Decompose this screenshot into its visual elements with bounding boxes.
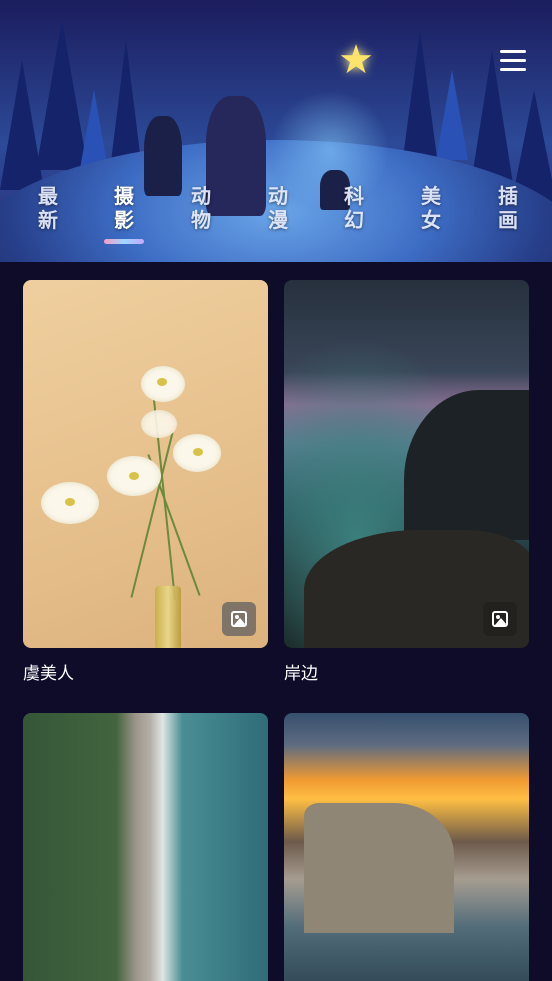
wallpaper-card[interactable] (284, 713, 529, 981)
wallpaper-card[interactable] (23, 713, 268, 981)
wallpaper-title: 虞美人 (23, 664, 74, 684)
wallpaper-thumbnail[interactable] (23, 280, 268, 648)
image-icon (231, 611, 247, 627)
star-icon: ★ (338, 37, 374, 83)
rock-shore (404, 390, 529, 540)
category-tabs: 最新 摄影 动物 动漫 科幻 美女 插画 (0, 184, 552, 248)
image-badge (222, 602, 256, 636)
image-badge (483, 602, 517, 636)
tab-label: 摄影 (114, 184, 134, 232)
flower-petal (141, 410, 177, 438)
pine-tree (110, 40, 142, 170)
tab-scifi[interactable]: 科幻 (339, 184, 369, 232)
tab-photography[interactable]: 摄影 (109, 184, 139, 232)
glass-vase (155, 586, 181, 648)
hamburger-menu-icon[interactable] (500, 48, 526, 74)
flower-center (65, 498, 75, 506)
image-icon (492, 611, 508, 627)
wallpaper-thumbnail[interactable] (284, 713, 529, 981)
tab-animals[interactable]: 动物 (186, 184, 216, 232)
tab-label: 动漫 (268, 184, 288, 232)
cliff (304, 803, 454, 933)
tab-label: 美女 (421, 184, 441, 232)
tab-label: 插画 (498, 184, 518, 232)
flower-center (193, 448, 203, 456)
header-banner: ★ 最新 摄影 动物 动漫 科幻 美女 插画 (0, 0, 552, 262)
tab-anime[interactable]: 动漫 (263, 184, 293, 232)
wallpaper-card[interactable]: 岸边 (284, 280, 529, 690)
wallpaper-thumbnail[interactable] (23, 713, 268, 981)
flower-center (129, 472, 139, 480)
tab-label: 动物 (191, 184, 211, 232)
tab-label: 最新 (38, 184, 58, 232)
tab-latest[interactable]: 最新 (33, 184, 63, 232)
tab-illustration[interactable]: 插画 (493, 184, 523, 232)
pine-tree (436, 70, 468, 160)
tab-beauty[interactable]: 美女 (416, 184, 446, 232)
wallpaper-card[interactable]: 虞美人 (23, 280, 268, 690)
flower-center (157, 378, 167, 386)
wallpaper-title: 岸边 (284, 664, 318, 684)
wallpaper-thumbnail[interactable] (284, 280, 529, 648)
tab-label: 科幻 (344, 184, 364, 232)
active-tab-indicator (104, 239, 144, 244)
